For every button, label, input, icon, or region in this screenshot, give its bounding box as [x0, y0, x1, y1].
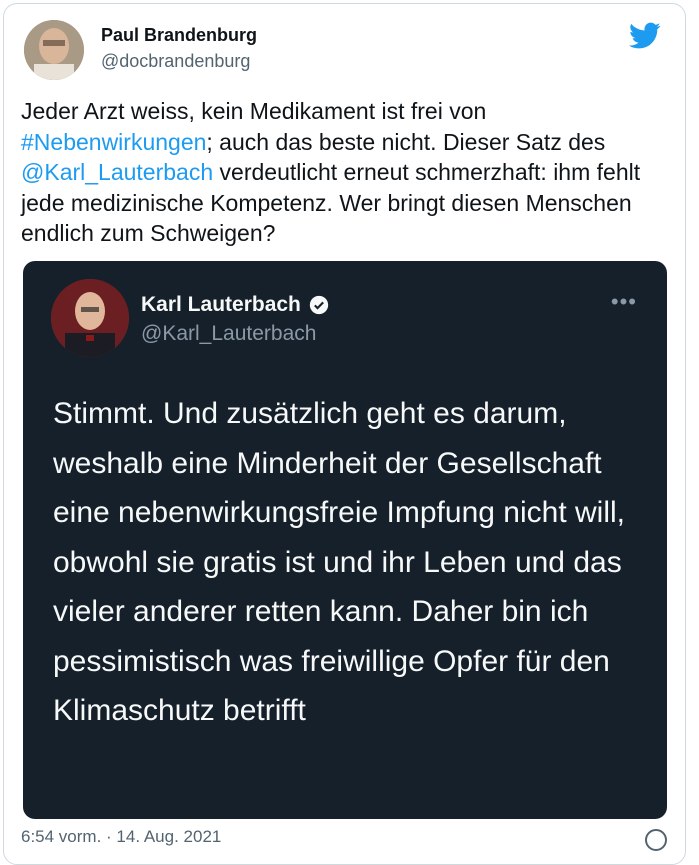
embedded-author-name: Karl Lauterbach — [141, 293, 301, 316]
embedded-tweet-image[interactable]: Karl Lauterbach @Karl_Lauterbach ••• Sti… — [23, 261, 667, 819]
author-name[interactable]: Paul Brandenburg — [101, 25, 257, 46]
info-icon[interactable] — [645, 829, 667, 851]
mention-link[interactable]: @Karl_Lauterbach — [21, 159, 213, 185]
tweet-text-part-2: ; auch das beste nicht. Dieser Satz des — [206, 128, 606, 155]
embedded-author-name-row: Karl Lauterbach — [141, 293, 329, 317]
tweet-card: Paul Brandenburg @docbrandenburg Jeder A… — [3, 3, 686, 865]
tweet-text-part-1: Jeder Arzt weiss, kein Medikament ist fr… — [21, 98, 487, 124]
timestamp[interactable]: 6:54 vorm. · 14. Aug. 2021 — [21, 827, 681, 847]
twitter-bird-icon[interactable] — [629, 22, 661, 50]
tweet-body: Jeder Arzt weiss, kein Medikament ist fr… — [21, 96, 671, 249]
author-avatar[interactable] — [24, 20, 84, 80]
verified-badge-icon — [309, 295, 329, 315]
hashtag-link[interactable]: #Nebenwirkungen — [21, 129, 206, 155]
more-dots-icon: ••• — [610, 289, 637, 314]
embedded-author-avatar — [51, 279, 129, 357]
embedded-author-handle: @Karl_Lauterbach — [141, 322, 317, 345]
embedded-tweet-text: Stimmt. Und zusätzlich geht es darum, we… — [53, 397, 625, 727]
author-handle[interactable]: @docbrandenburg — [101, 51, 250, 72]
tweet-header: Paul Brandenburg @docbrandenburg — [21, 18, 671, 82]
